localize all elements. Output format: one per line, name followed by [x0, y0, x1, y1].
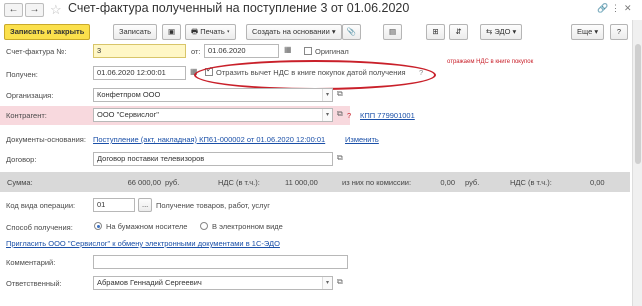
create-based-button[interactable]: Создать на основании ▾ — [246, 24, 342, 40]
commission-label: из них по комиссии: — [342, 178, 412, 187]
method-electronic-radio[interactable] — [200, 222, 208, 230]
post-icon: ▣ — [167, 27, 176, 36]
arrow-left-icon: ← — [8, 4, 19, 15]
counterparty-value: ООО "Сервислог" — [97, 110, 159, 119]
original-checkbox[interactable] — [304, 47, 312, 55]
structure-icon: ⊞ — [432, 27, 439, 36]
save-button[interactable]: Записать — [113, 24, 158, 40]
received-value: 01.06.2020 12:00:01 — [97, 68, 166, 77]
invoice-number-label: Счет-фактура №: — [6, 47, 67, 56]
open-icon[interactable]: ⧉ — [337, 109, 343, 119]
responsible-value: Абрамов Геннадий Сергеевич — [97, 278, 202, 287]
commission-value: 0,00 — [440, 178, 455, 187]
window-title: Счет-фактура полученный на поступление 3… — [68, 1, 410, 15]
commission-currency: руб. — [465, 178, 480, 187]
sum-value: 66 000,00 — [127, 178, 161, 187]
organization-field[interactable]: Конфетпром ООО ▾ — [93, 88, 333, 102]
chevron-down-icon[interactable]: ▾ — [322, 277, 332, 289]
sum-label: Сумма: — [7, 178, 33, 187]
more-label: Еще — [577, 27, 593, 36]
print-label: Печать — [200, 27, 225, 36]
annotation-text: отражаем НДС в книге покупок — [447, 59, 534, 65]
documents-edit-link[interactable]: Изменить — [345, 135, 379, 144]
more-icon[interactable]: ⋮ — [611, 3, 620, 14]
vat2-label: НДС (в т.ч.): — [510, 178, 552, 187]
op-code-field[interactable]: 01 — [93, 198, 135, 212]
report-button[interactable]: ▤ — [383, 24, 402, 40]
post-button[interactable]: ▣ — [162, 24, 181, 40]
open-icon[interactable]: ⧉ — [337, 277, 343, 287]
save-close-button[interactable]: Записать и закрыть — [4, 24, 91, 40]
method-paper-radio[interactable] — [94, 222, 102, 230]
contract-label: Договор: — [6, 155, 37, 164]
method-paper-label: На бумажном носителе — [106, 222, 188, 231]
op-code-desc: Получение товаров, работ, услуг — [156, 201, 270, 210]
vat2-value: 0,00 — [590, 178, 605, 187]
method-label: Способ получения: — [6, 223, 73, 232]
chevron-down-icon[interactable]: ▾ — [322, 89, 332, 101]
comment-field[interactable] — [93, 255, 348, 269]
more-button[interactable]: Еще ▾ — [571, 24, 605, 40]
link-icon[interactable]: 🔗 — [597, 3, 608, 14]
back-button[interactable]: ← — [4, 3, 23, 17]
original-label: Оригинал — [315, 47, 349, 56]
chain-button[interactable]: ⇵ — [449, 24, 468, 40]
open-icon[interactable]: ⧉ — [337, 153, 343, 163]
contract-value: Договор поставки телевизоров — [97, 154, 205, 163]
responsible-label: Ответственный: — [6, 279, 62, 288]
scrollbar[interactable] — [632, 20, 642, 306]
edo-icon: ⇆ — [486, 27, 493, 36]
kpp-link[interactable]: КПП 779901001 — [360, 111, 415, 120]
edo-button[interactable]: ⇆ ЭДО ▾ — [480, 24, 523, 40]
report-icon: ▤ — [388, 27, 397, 36]
required-mark: ? — [347, 111, 352, 120]
structure-button[interactable]: ⊞ — [426, 24, 445, 40]
printer-icon: 🖶 — [191, 27, 199, 36]
star-icon[interactable]: ☆ — [50, 2, 62, 18]
responsible-field[interactable]: Абрамов Геннадий Сергеевич ▾ — [93, 276, 333, 290]
close-icon[interactable]: ✕ — [624, 3, 632, 14]
chain-icon: ⇵ — [455, 27, 462, 36]
documents-link[interactable]: Поступление (акт, накладная) КП61-000002… — [93, 135, 325, 144]
create-based-label: Создать на основании — [252, 27, 330, 36]
comment-label: Комментарий: — [6, 258, 56, 267]
forward-button[interactable]: → — [25, 3, 44, 17]
chevron-down-icon[interactable]: ▾ — [322, 109, 332, 121]
counterparty-label: Контрагент: — [6, 111, 47, 120]
received-field[interactable]: 01.06.2020 12:00:01 — [93, 66, 186, 80]
op-code-label: Код вида операции: — [6, 201, 76, 210]
scrollbar-thumb[interactable] — [635, 44, 641, 164]
invite-edo-link[interactable]: Пригласить ООО "Сервислог" к обмену элек… — [6, 239, 280, 248]
documents-label: Документы-основания: — [6, 135, 86, 144]
sum-bar: Сумма: 66 000,00 руб. НДС (в т.ч.): 11 0… — [0, 172, 630, 192]
arrow-right-icon: → — [29, 4, 40, 15]
counterparty-field[interactable]: ООО "Сервислог" ▾ — [93, 108, 333, 122]
edo-label: ЭДО — [494, 27, 511, 36]
received-label: Получен: — [6, 70, 38, 79]
op-code-value: 01 — [97, 200, 106, 209]
organization-label: Организация: — [6, 91, 54, 100]
date-from-label: от: — [191, 47, 201, 56]
attach-button[interactable]: 📎 — [342, 24, 361, 40]
calendar-icon[interactable]: ▦ — [284, 45, 292, 54]
op-code-select-button[interactable]: ... — [138, 198, 153, 212]
contract-field[interactable]: Договор поставки телевизоров — [93, 152, 333, 166]
vat-label: НДС (в т.ч.): — [218, 178, 260, 187]
invoice-number-field[interactable]: 3 — [93, 44, 186, 58]
help-button[interactable]: ? — [610, 24, 628, 40]
highlight-ellipse — [194, 60, 436, 90]
sum-currency: руб. — [165, 178, 180, 187]
date-value: 01.06.2020 — [208, 46, 246, 55]
date-field[interactable]: 01.06.2020 — [204, 44, 279, 58]
method-electronic-label: В электронном виде — [212, 222, 283, 231]
organization-value: Конфетпром ООО — [97, 90, 161, 99]
open-icon[interactable]: ⧉ — [337, 89, 343, 99]
print-button[interactable]: 🖶 Печать ▾ — [185, 24, 236, 40]
vat-value: 11 000,00 — [285, 178, 318, 187]
paperclip-icon: 📎 — [346, 27, 357, 36]
